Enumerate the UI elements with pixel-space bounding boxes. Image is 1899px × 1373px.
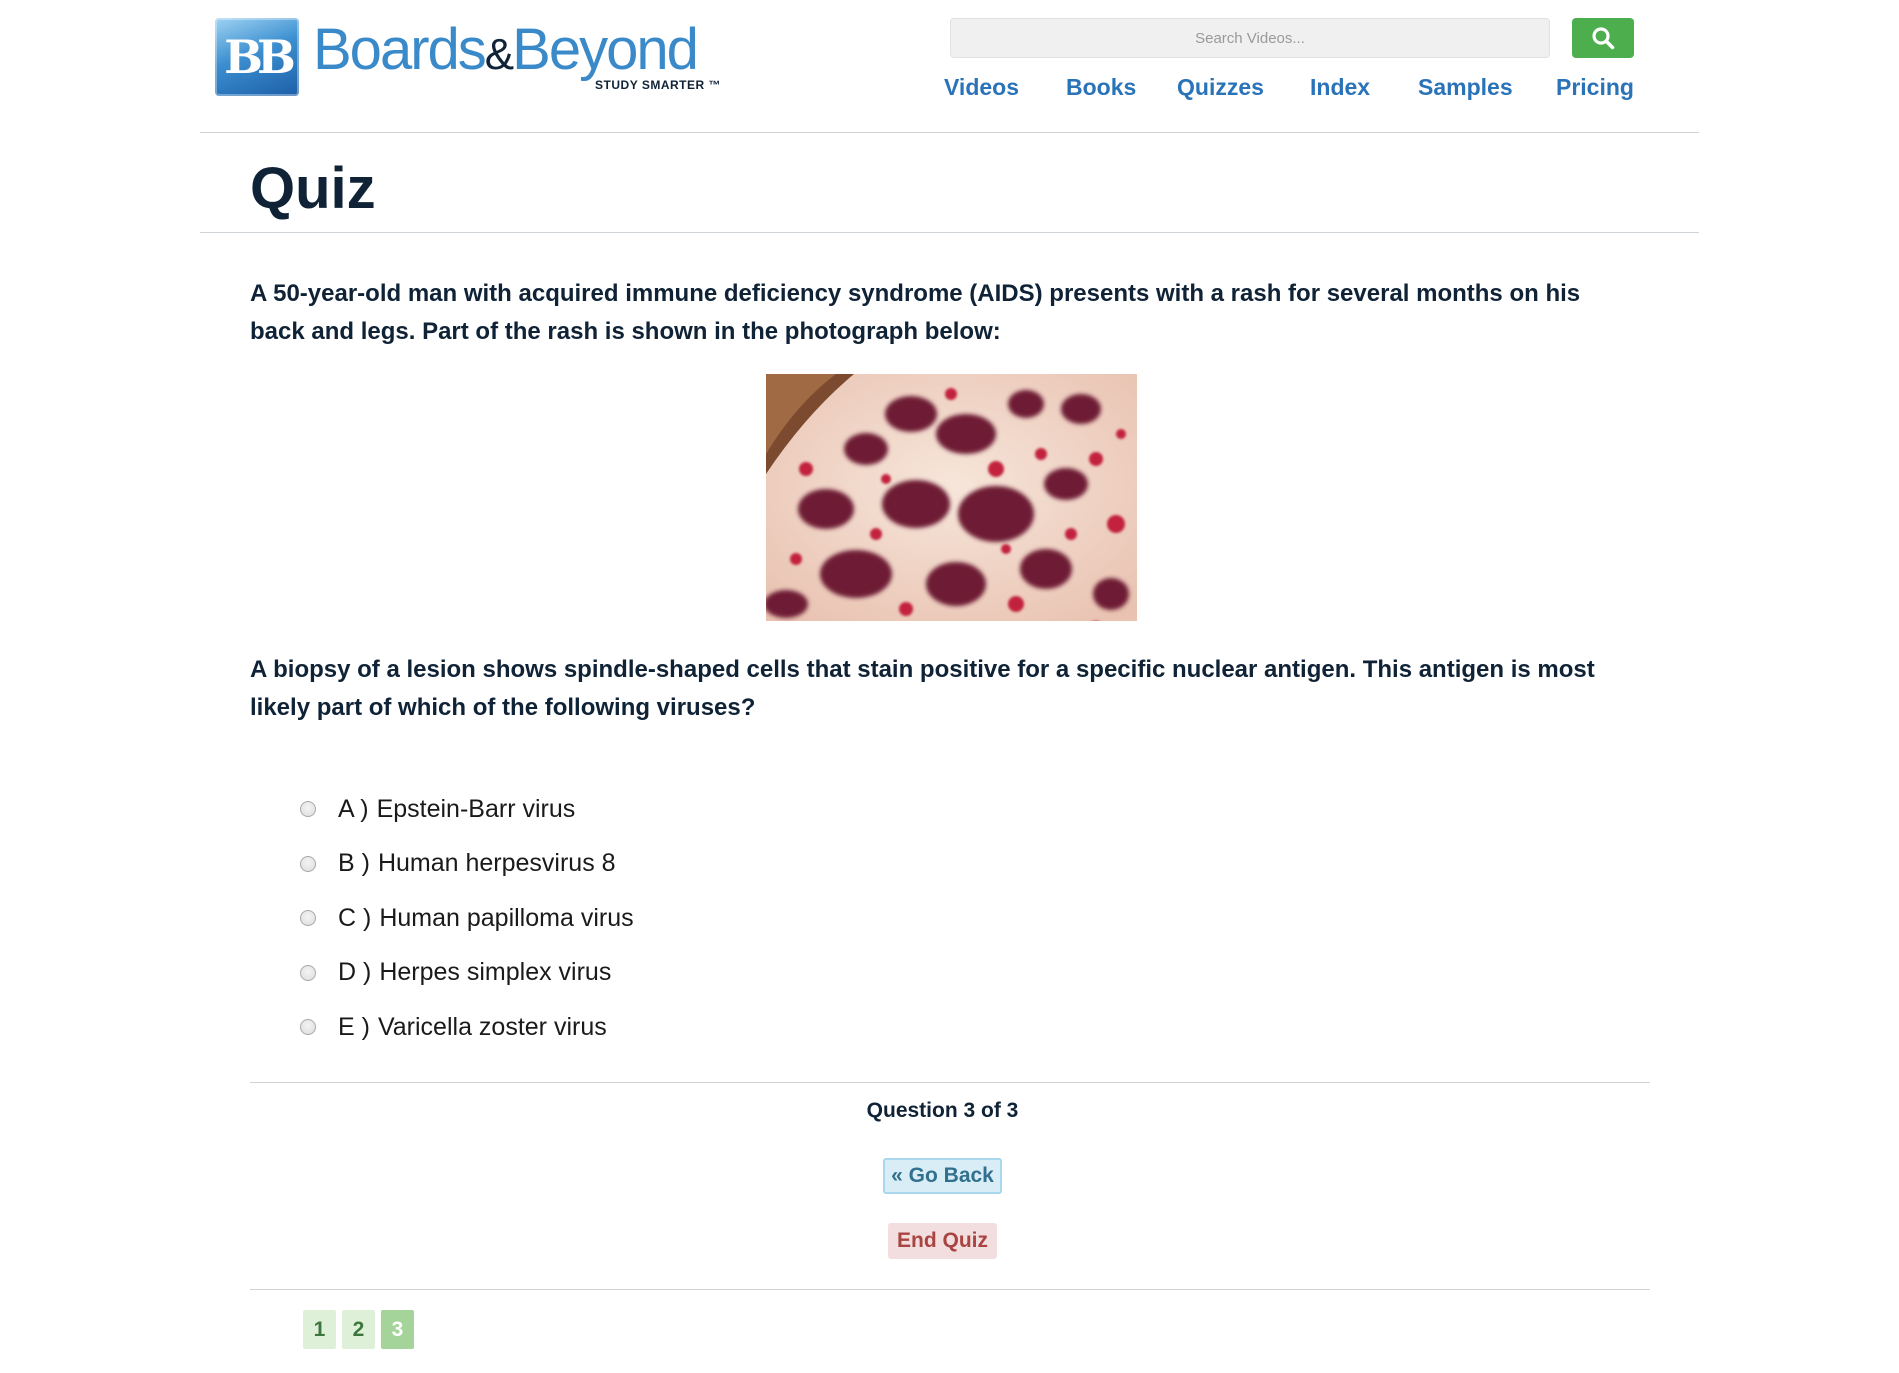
question-pager: 1 2 3 (303, 1310, 414, 1349)
radio-button[interactable] (300, 964, 316, 981)
nav-videos[interactable]: Videos (944, 74, 1019, 101)
nav-pricing[interactable]: Pricing (1556, 74, 1634, 101)
radio-button[interactable] (300, 801, 316, 818)
logo-wordmark: Boards&Beyond (313, 17, 699, 82)
page-button-1[interactable]: 1 (303, 1310, 336, 1349)
question-stem: A 50-year-old man with acquired immune d… (250, 280, 1581, 345)
nav-samples[interactable]: Samples (1418, 74, 1513, 101)
question-followup: A biopsy of a lesion shows spindle-shape… (250, 656, 1595, 721)
page-button-2[interactable]: 2 (342, 1310, 375, 1349)
option-text: Epstein-Barr virus (376, 794, 576, 823)
search-placeholder: Search Videos... (1195, 29, 1305, 47)
nav-books[interactable]: Books (1066, 74, 1136, 101)
search-icon (1592, 27, 1615, 50)
logo-tagline: STUDY SMARTER ™ (595, 78, 721, 92)
option-e[interactable]: E ) Varicella zoster virus (300, 1000, 634, 1055)
option-text: Varicella zoster virus (377, 1012, 607, 1041)
go-back-button[interactable]: « Go Back (883, 1158, 1002, 1194)
question-counter: Question 3 of 3 (866, 1099, 1019, 1122)
divider (250, 1082, 1650, 1083)
page-button-3-current[interactable]: 3 (381, 1310, 414, 1349)
option-c[interactable]: C ) Human papilloma virus (300, 891, 634, 946)
nav-index[interactable]: Index (1310, 74, 1370, 101)
radio-button[interactable] (300, 910, 316, 927)
rash-photograph (766, 374, 1137, 621)
radio-button[interactable] (300, 855, 316, 872)
radio-button[interactable] (300, 1019, 316, 1036)
option-text: Human herpesvirus 8 (377, 849, 616, 878)
option-b[interactable]: B ) Human herpesvirus 8 (300, 837, 634, 892)
site-logo[interactable]: BB Boards&Beyond STUDY SMARTER ™ (215, 18, 733, 98)
answer-options: A ) Epstein-Barr virus B ) Human herpesv… (300, 782, 634, 1055)
option-text: Herpes simplex virus (379, 958, 612, 987)
logo-mark: BB (215, 18, 299, 96)
site-header: BB Boards&Beyond STUDY SMARTER ™ Search … (200, 0, 1699, 133)
title-bar: Quiz (200, 133, 1699, 233)
search-input[interactable]: Search Videos... (950, 18, 1550, 58)
nav-quizzes[interactable]: Quizzes (1177, 74, 1264, 101)
option-a[interactable]: A ) Epstein-Barr virus (300, 782, 634, 837)
end-quiz-button[interactable]: End Quiz (888, 1223, 997, 1259)
page-title: Quiz (250, 156, 376, 221)
divider (250, 1289, 1650, 1290)
option-text: Human papilloma virus (379, 903, 634, 932)
search-button[interactable] (1572, 18, 1634, 58)
option-d[interactable]: D ) Herpes simplex virus (300, 946, 634, 1001)
